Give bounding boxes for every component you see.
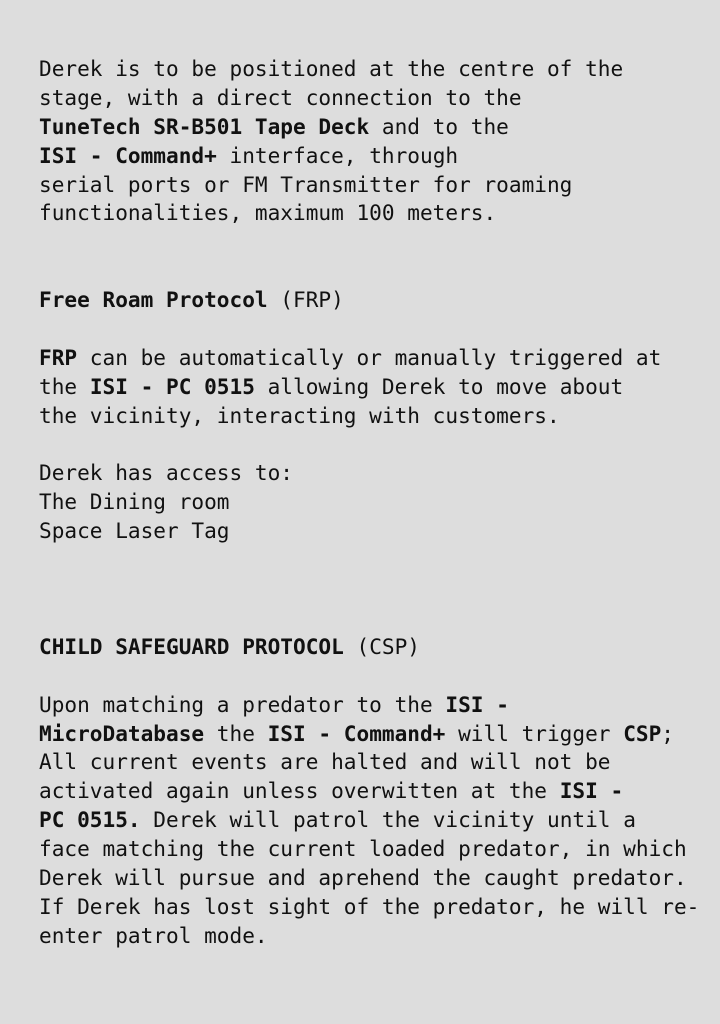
text-line: face matching the current loaded predato… [39, 836, 687, 862]
text-line: MicroDatabase the ISI - Command+ will tr… [39, 720, 674, 746]
text-line: enter patrol mode. [39, 922, 268, 948]
document-body: Derek is to be positioned at the centre … [39, 55, 709, 951]
access-intro: Derek has access to: [39, 460, 293, 486]
text-line: If Derek has lost sight of the predator,… [39, 893, 700, 919]
text-line: PC 0515. Derek will patrol the vicinity … [39, 807, 636, 833]
intro-paragraph: Derek is to be positioned at the centre … [39, 55, 709, 228]
csp-section: CHILD SAFEGUARD PROTOCOL (CSP) Upon matc… [39, 633, 709, 951]
text-line: Derek is to be positioned at the centre … [39, 56, 624, 81]
command-interface-name: ISI - Command+ [39, 142, 217, 168]
text-line: All current events are halted and will n… [39, 749, 611, 775]
text-line: Upon matching a predator to the ISI - [39, 691, 509, 717]
text-line: FRP can be automatically or manually tri… [39, 344, 662, 370]
text-line: ISI - Command+ interface, through [39, 142, 459, 168]
text-line: the vicinity, interacting with customers… [39, 402, 560, 428]
frp-section: Free Roam Protocol (FRP) FRP can be auto… [39, 286, 709, 546]
tape-deck-name: TuneTech SR-B501 Tape Deck [39, 113, 370, 139]
list-item: Space Laser Tag [39, 518, 230, 544]
text-line: Derek will pursue and aprehend the caugh… [39, 864, 687, 890]
text-line: TuneTech SR-B501 Tape Deck and to the [39, 113, 509, 139]
text-line: functionalities, maximum 100 meters. [39, 200, 497, 226]
text-line: serial ports or FM Transmitter for roami… [39, 171, 573, 197]
list-item: The Dining room [39, 489, 230, 515]
text-line: activated again unless overwitten at the… [39, 778, 624, 804]
section-heading: CHILD SAFEGUARD PROTOCOL (CSP) [39, 633, 420, 659]
text-line: the ISI - PC 0515 allowing Derek to move… [39, 373, 624, 399]
text-line: stage, with a direct connection to the [39, 84, 522, 110]
section-heading: Free Roam Protocol (FRP) [39, 287, 344, 313]
